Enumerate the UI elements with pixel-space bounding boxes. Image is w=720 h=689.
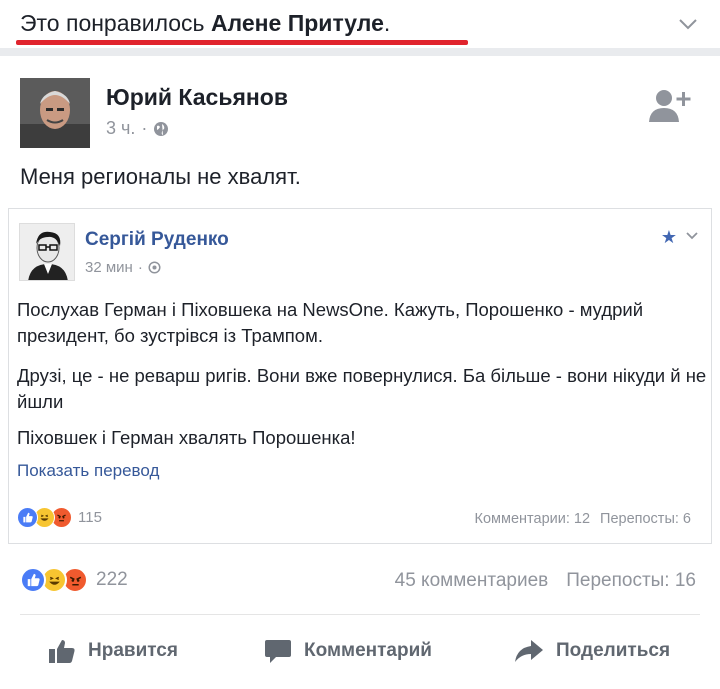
add-friend-icon[interactable] (648, 88, 692, 124)
shared-author-name[interactable]: Сергій Руденко (85, 229, 229, 251)
post-stats: 45 комментариев Перепосты: 16 (395, 570, 696, 592)
divider (20, 614, 700, 615)
post-time[interactable]: 3 ч. (106, 118, 135, 139)
post-author-name[interactable]: Юрий Касьянов (106, 84, 288, 111)
shared-paragraph: Піховшек і Герман хвалять Порошенка! (17, 427, 356, 448)
shared-post-meta: 32 мин · (85, 259, 161, 276)
shared-post-time[interactable]: 32 мин (85, 259, 133, 276)
share-arrow-icon (515, 640, 543, 662)
reactions-count: 222 (96, 569, 128, 590)
liked-by-suffix: . (383, 10, 391, 36)
shared-paragraph: Послухав Герман і Піховшека на NewsOne. … (17, 299, 644, 346)
shared-comments-count[interactable]: Комментарии: 12 (475, 511, 591, 527)
post-meta: 3 ч. · (106, 118, 169, 139)
share-button[interactable]: Поделиться (514, 638, 670, 664)
star-icon[interactable]: ★ (661, 227, 677, 248)
author-avatar[interactable] (20, 78, 90, 148)
like-label: Нравится (88, 640, 178, 661)
shared-stats: Комментарии: 12 Перепосты: 6 (475, 511, 691, 527)
shared-shares-count[interactable]: Перепосты: 6 (600, 511, 691, 527)
comment-label: Комментарий (304, 640, 432, 661)
red-underline (16, 40, 468, 45)
post-reactions[interactable]: 222 (20, 567, 128, 593)
comment-button[interactable]: Комментарий (264, 638, 432, 664)
chevron-down-icon[interactable] (678, 14, 698, 34)
globe-icon (148, 261, 161, 274)
shares-count[interactable]: Перепосты: 16 (566, 570, 696, 591)
section-separator (0, 48, 720, 56)
share-label: Поделиться (556, 640, 671, 661)
comment-icon (265, 640, 291, 663)
globe-icon (154, 121, 169, 136)
shared-author-avatar[interactable] (19, 223, 75, 281)
post-text: Меня регионалы не хвалят. (20, 164, 301, 189)
meta-separator: · (141, 118, 148, 138)
like-reaction-icon (20, 567, 46, 593)
like-reaction-icon (17, 507, 38, 528)
liked-by-header: Это понравилось Алене Притуле. (0, 0, 720, 48)
show-translation-link[interactable]: Показать перевод (17, 461, 159, 481)
shared-paragraph: Друзі, це - не реварш ригів. Вони вже по… (17, 365, 707, 412)
thumbs-up-icon (49, 640, 75, 663)
comments-count[interactable]: 45 комментариев (395, 570, 549, 591)
liked-by-name[interactable]: Алене Притуле (211, 10, 384, 36)
liked-by-prefix: Это понравилось (20, 10, 211, 36)
shared-reactions-count: 115 (78, 509, 102, 526)
shared-reactions[interactable]: 115 (17, 507, 102, 528)
shared-meta-separator: · (137, 259, 143, 276)
like-button[interactable]: Нравится (48, 638, 178, 664)
liked-by-text: Это понравилось Алене Притуле. (20, 10, 390, 37)
shared-post-card[interactable]: Сергій Руденко 32 мин · ★ Послухав Герма… (8, 208, 712, 544)
chevron-down-icon[interactable] (685, 229, 699, 243)
